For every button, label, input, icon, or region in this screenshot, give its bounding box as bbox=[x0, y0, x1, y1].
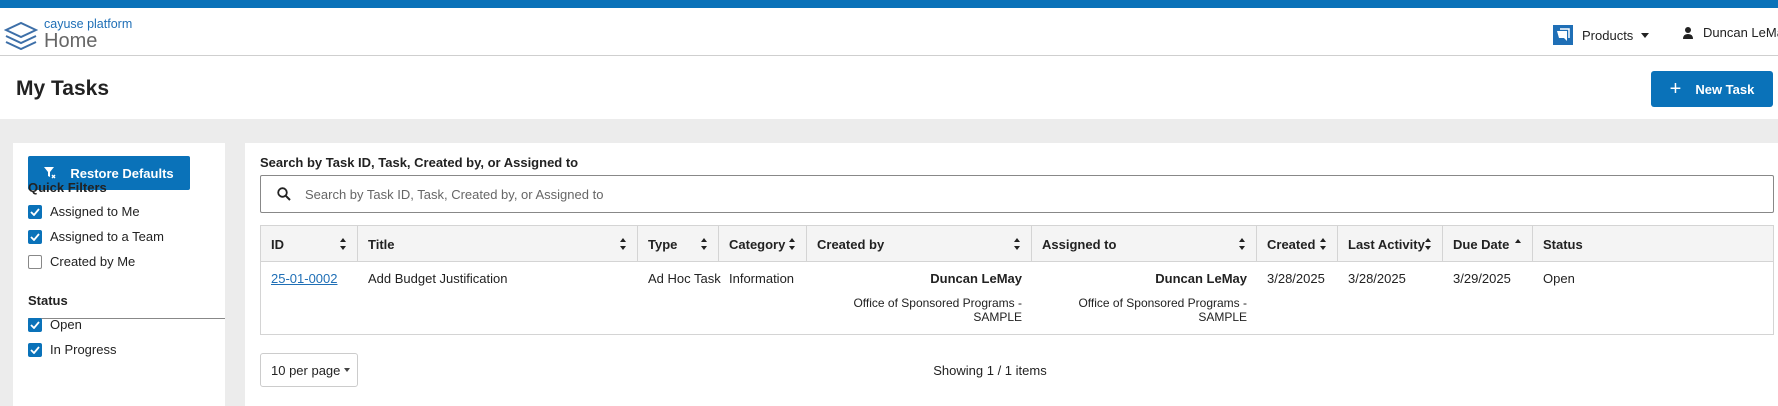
sort-icon bbox=[1239, 238, 1245, 250]
column-label: Created bbox=[1267, 236, 1316, 252]
task-title: Add Budget Justification bbox=[368, 271, 508, 286]
user-menu[interactable]: Duncan LeMay bbox=[1682, 25, 1778, 40]
per-page-select[interactable]: 10 per page bbox=[260, 353, 358, 387]
sort-icon bbox=[1425, 238, 1431, 250]
products-label: Products bbox=[1582, 27, 1634, 43]
new-task-label: New Task bbox=[1695, 81, 1755, 97]
status-filter-in-progress[interactable]: In Progress bbox=[28, 342, 116, 357]
column-label: ID bbox=[271, 236, 284, 252]
title-bar: My Tasks + New Task bbox=[0, 57, 1778, 119]
column-label: Category bbox=[729, 236, 786, 252]
cayuse-logo-icon[interactable] bbox=[4, 20, 38, 50]
search-input[interactable] bbox=[305, 186, 1773, 202]
table-row: 25-01-0002 bbox=[271, 271, 338, 286]
user-icon bbox=[1683, 26, 1693, 39]
user-name: Duncan LeMay bbox=[1703, 25, 1778, 40]
column-header-due-date[interactable]: Due Date bbox=[1443, 226, 1533, 262]
products-menu[interactable]: Products bbox=[1553, 25, 1650, 45]
sort-icon bbox=[789, 238, 795, 250]
assigned-to-org: Office of Sponsored Programs - SAMPLE bbox=[1078, 296, 1247, 324]
page-title: My Tasks bbox=[16, 77, 109, 100]
filter-label: Created by Me bbox=[50, 254, 136, 269]
search-label: Search by Task ID, Task, Created by, or … bbox=[260, 155, 579, 170]
column-header-category[interactable]: Category bbox=[719, 226, 807, 262]
filter-label: Assigned to a Team bbox=[50, 229, 164, 244]
sort-icon bbox=[620, 238, 626, 250]
column-label: Status bbox=[1543, 236, 1583, 252]
created-by-org: Office of Sponsored Programs - SAMPLE bbox=[853, 296, 1022, 324]
per-page-label: 10 per page bbox=[271, 362, 341, 378]
column-header-last-activity[interactable]: Last Activity bbox=[1338, 226, 1443, 262]
checkbox-checked-icon[interactable] bbox=[28, 317, 42, 332]
column-header-created-by[interactable]: Created by bbox=[807, 226, 1032, 262]
tasks-table: ID Title Type Category Created by Assign… bbox=[260, 225, 1774, 335]
checkbox-unchecked-icon[interactable] bbox=[28, 254, 42, 269]
brand-name: cayuse platform bbox=[44, 17, 133, 31]
column-label: Title bbox=[368, 236, 395, 252]
sort-icon bbox=[701, 238, 707, 250]
created-date: 3/28/2025 bbox=[1267, 271, 1325, 286]
showing-count: Showing 1 / 1 items bbox=[933, 363, 1047, 378]
status-value: Open bbox=[1543, 271, 1575, 286]
column-label: Last Activity bbox=[1348, 236, 1425, 252]
checkbox-checked-icon[interactable] bbox=[28, 204, 42, 219]
chevron-down-icon bbox=[344, 368, 351, 372]
task-category: Information bbox=[729, 271, 795, 286]
sort-icon bbox=[340, 238, 346, 250]
task-id-link[interactable]: 25-01-0002 bbox=[271, 271, 338, 286]
column-header-created[interactable]: Created bbox=[1257, 226, 1338, 262]
filter-label: In Progress bbox=[50, 342, 117, 357]
column-header-status[interactable]: Status bbox=[1533, 226, 1773, 262]
task-type: Ad Hoc Task bbox=[648, 271, 721, 286]
search-box[interactable] bbox=[260, 175, 1774, 213]
column-header-title[interactable]: Title bbox=[358, 226, 638, 262]
filter-sidebar: Restore Defaults Quick Filters Assigned … bbox=[13, 143, 225, 406]
app-header: cayuse platform Home Products Duncan LeM… bbox=[0, 8, 1778, 56]
tasks-panel: Search by Task ID, Task, Created by, or … bbox=[245, 143, 1778, 406]
restore-defaults-label: Restore Defaults bbox=[70, 165, 174, 181]
products-icon bbox=[1553, 25, 1573, 45]
search-icon bbox=[277, 187, 291, 201]
plus-icon: + bbox=[1669, 78, 1682, 100]
column-header-id[interactable]: ID bbox=[261, 226, 358, 262]
column-label: Created by bbox=[817, 236, 885, 252]
last-activity-date: 3/28/2025 bbox=[1348, 271, 1406, 286]
chevron-down-icon bbox=[1641, 32, 1650, 38]
top-accent-bar bbox=[0, 0, 1778, 8]
due-date: 3/29/2025 bbox=[1453, 271, 1511, 286]
filter-reset-icon bbox=[44, 167, 56, 179]
filter-assigned-to-team[interactable]: Assigned to a Team bbox=[28, 229, 164, 244]
sort-ascending-icon bbox=[1515, 239, 1521, 243]
sort-icon bbox=[1320, 238, 1326, 250]
assigned-to-name: Duncan LeMay bbox=[1155, 271, 1247, 286]
filter-label: Assigned to Me bbox=[50, 204, 140, 219]
column-label: Due Date bbox=[1453, 236, 1510, 252]
quick-filters-title: Quick Filters bbox=[28, 180, 107, 195]
status-filter-open[interactable]: Open bbox=[28, 317, 82, 332]
checkbox-checked-icon[interactable] bbox=[28, 229, 42, 244]
filter-created-by-me[interactable]: Created by Me bbox=[28, 254, 135, 269]
filter-assigned-to-me[interactable]: Assigned to Me bbox=[28, 204, 140, 219]
app-name[interactable]: Home bbox=[44, 30, 97, 53]
column-label: Type bbox=[648, 236, 678, 252]
status-title: Status bbox=[28, 293, 68, 308]
table-header: ID Title Type Category Created by Assign… bbox=[261, 226, 1773, 262]
column-label: Assigned to bbox=[1042, 236, 1117, 252]
column-header-type[interactable]: Type bbox=[638, 226, 719, 262]
new-task-button[interactable]: + New Task bbox=[1651, 71, 1773, 107]
filter-label: Open bbox=[50, 317, 82, 332]
checkbox-checked-icon[interactable] bbox=[28, 342, 42, 357]
created-by-name: Duncan LeMay bbox=[930, 271, 1022, 286]
sort-icon bbox=[1014, 238, 1020, 250]
column-header-assigned-to[interactable]: Assigned to bbox=[1032, 226, 1257, 262]
